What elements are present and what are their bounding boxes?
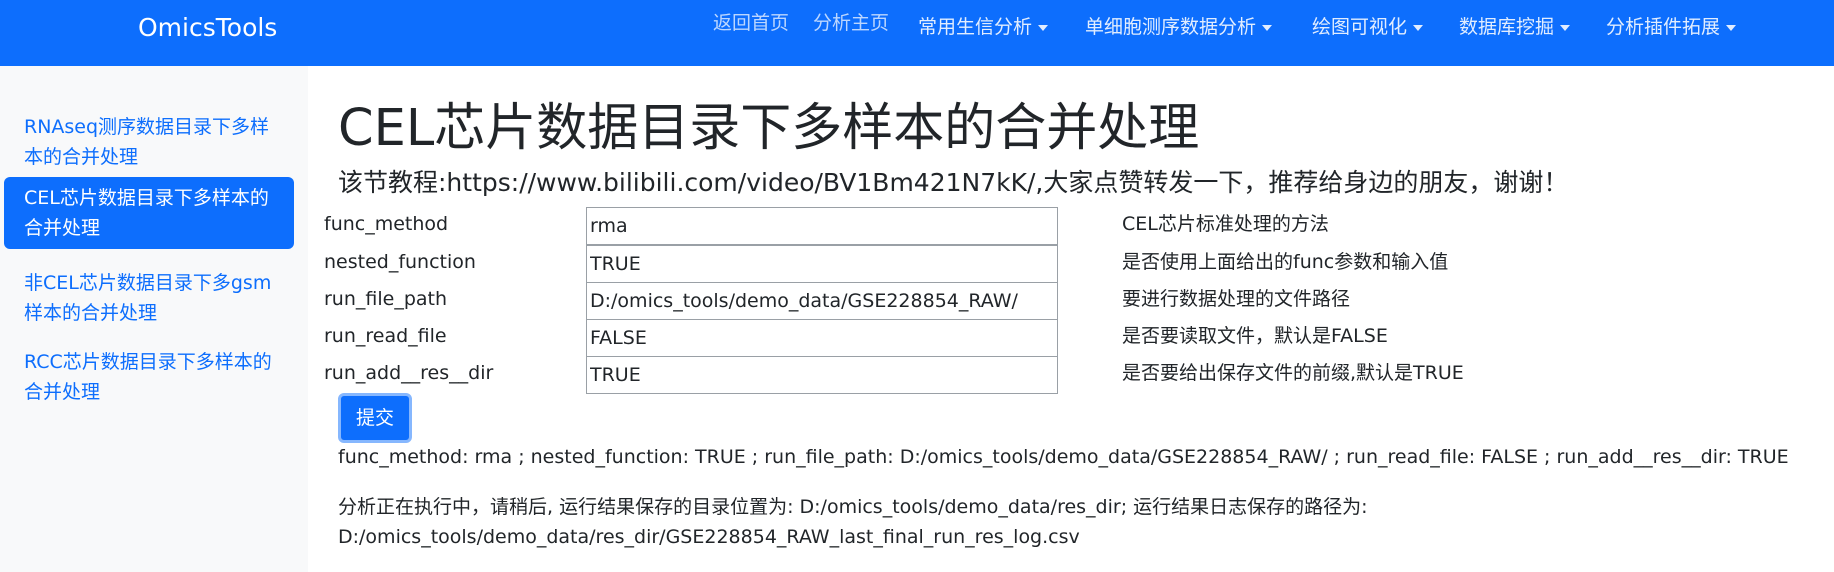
run-read-file-input[interactable] [586, 319, 1058, 357]
sidebar-item-non-cel-gsm-merge[interactable]: 非CEL芯片数据目录下多gsm样本的合并处理 [4, 262, 294, 334]
param-label: nested_function [324, 251, 476, 273]
run-add-res-dir-input[interactable] [586, 356, 1058, 394]
param-label: run_read_file [324, 325, 447, 347]
param-row-run-file-path: run_file_path 要进行数据处理的文件路径 [324, 282, 1624, 320]
param-description: 是否要读取文件，默认是FALSE [1122, 325, 1388, 347]
run-file-path-input[interactable] [586, 282, 1058, 320]
caret-down-icon [1262, 24, 1273, 31]
caret-down-icon [1726, 24, 1737, 31]
nav-dropdown-label: 单细胞测序数据分析 [1085, 16, 1257, 38]
sidebar-item-rcc-merge[interactable]: RCC芯片数据目录下多样本的合并处理 [4, 341, 294, 413]
param-label: run_add__res__dir [324, 362, 494, 384]
param-label: run_file_path [324, 288, 448, 310]
param-description: 要进行数据处理的文件路径 [1122, 288, 1351, 310]
param-row-func-method: func_method CEL芯片标准处理的方法 [324, 207, 1624, 245]
sidebar-item-rnaseq-merge[interactable]: RNAseq测序数据目录下多样本的合并处理 [4, 106, 294, 178]
nav-dropdown-label: 绘图可视化 [1312, 16, 1408, 38]
nav-dropdown-label: 常用生信分析 [918, 16, 1033, 38]
nav-dropdown-database-mining[interactable]: 数据库挖掘 [1459, 12, 1571, 42]
params-summary: func_method: rma ; nested_function: TRUE… [338, 446, 1789, 468]
nav-dropdown-common-bioinfo[interactable]: 常用生信分析 [918, 12, 1049, 42]
nav-link-analysis-home[interactable]: 分析主页 [813, 8, 889, 38]
caret-down-icon [1560, 24, 1571, 31]
tutorial-link-text: 该节教程:https://www.bilibili.com/video/BV1B… [338, 168, 1569, 197]
param-description: 是否要给出保存文件的前缀,默认是TRUE [1122, 362, 1464, 384]
nav-dropdown-visualization[interactable]: 绘图可视化 [1312, 12, 1424, 42]
nested-function-input[interactable] [586, 245, 1058, 283]
brand-logo[interactable]: OmicsTools [138, 11, 277, 45]
sidebar-item-cel-merge[interactable]: CEL芯片数据目录下多样本的合并处理 [4, 177, 294, 249]
param-label: func_method [324, 213, 449, 235]
page-title: CEL芯片数据目录下多样本的合并处理 [338, 99, 1200, 158]
top-navbar: OmicsTools 返回首页 分析主页 常用生信分析 单细胞测序数据分析 绘图… [0, 0, 1834, 66]
nav-dropdown-label: 分析插件拓展 [1606, 16, 1721, 38]
result-log-path: D:/omics_tools/demo_data/res_dir/GSE2288… [338, 526, 1080, 548]
running-status-line: 分析正在执行中，请稍后, 运行结果保存的目录位置为: D:/omics_tool… [338, 496, 1368, 518]
nav-dropdown-plugin-extension[interactable]: 分析插件拓展 [1606, 12, 1737, 42]
sidebar: RNAseq测序数据目录下多样本的合并处理 CEL芯片数据目录下多样本的合并处理… [0, 66, 308, 572]
param-description: 是否使用上面给出的func参数和输入值 [1122, 251, 1449, 273]
caret-down-icon [1413, 24, 1424, 31]
running-status-message: 分析正在执行中，请稍后, 运行结果保存的目录位置为: D:/omics_tool… [338, 492, 1818, 552]
nav-link-home[interactable]: 返回首页 [713, 8, 789, 38]
caret-down-icon [1038, 24, 1049, 31]
param-row-run-read-file: run_read_file 是否要读取文件，默认是FALSE [324, 319, 1624, 357]
param-description: CEL芯片标准处理的方法 [1122, 213, 1329, 235]
param-row-run-add-res-dir: run_add__res__dir 是否要给出保存文件的前缀,默认是TRUE [324, 356, 1624, 394]
param-row-nested-function: nested_function 是否使用上面给出的func参数和输入值 [324, 245, 1624, 283]
func-method-input[interactable] [586, 207, 1058, 245]
submit-button[interactable]: 提交 [338, 393, 412, 443]
nav-dropdown-label: 数据库挖掘 [1459, 16, 1555, 38]
nav-dropdown-single-cell[interactable]: 单细胞测序数据分析 [1085, 12, 1273, 42]
